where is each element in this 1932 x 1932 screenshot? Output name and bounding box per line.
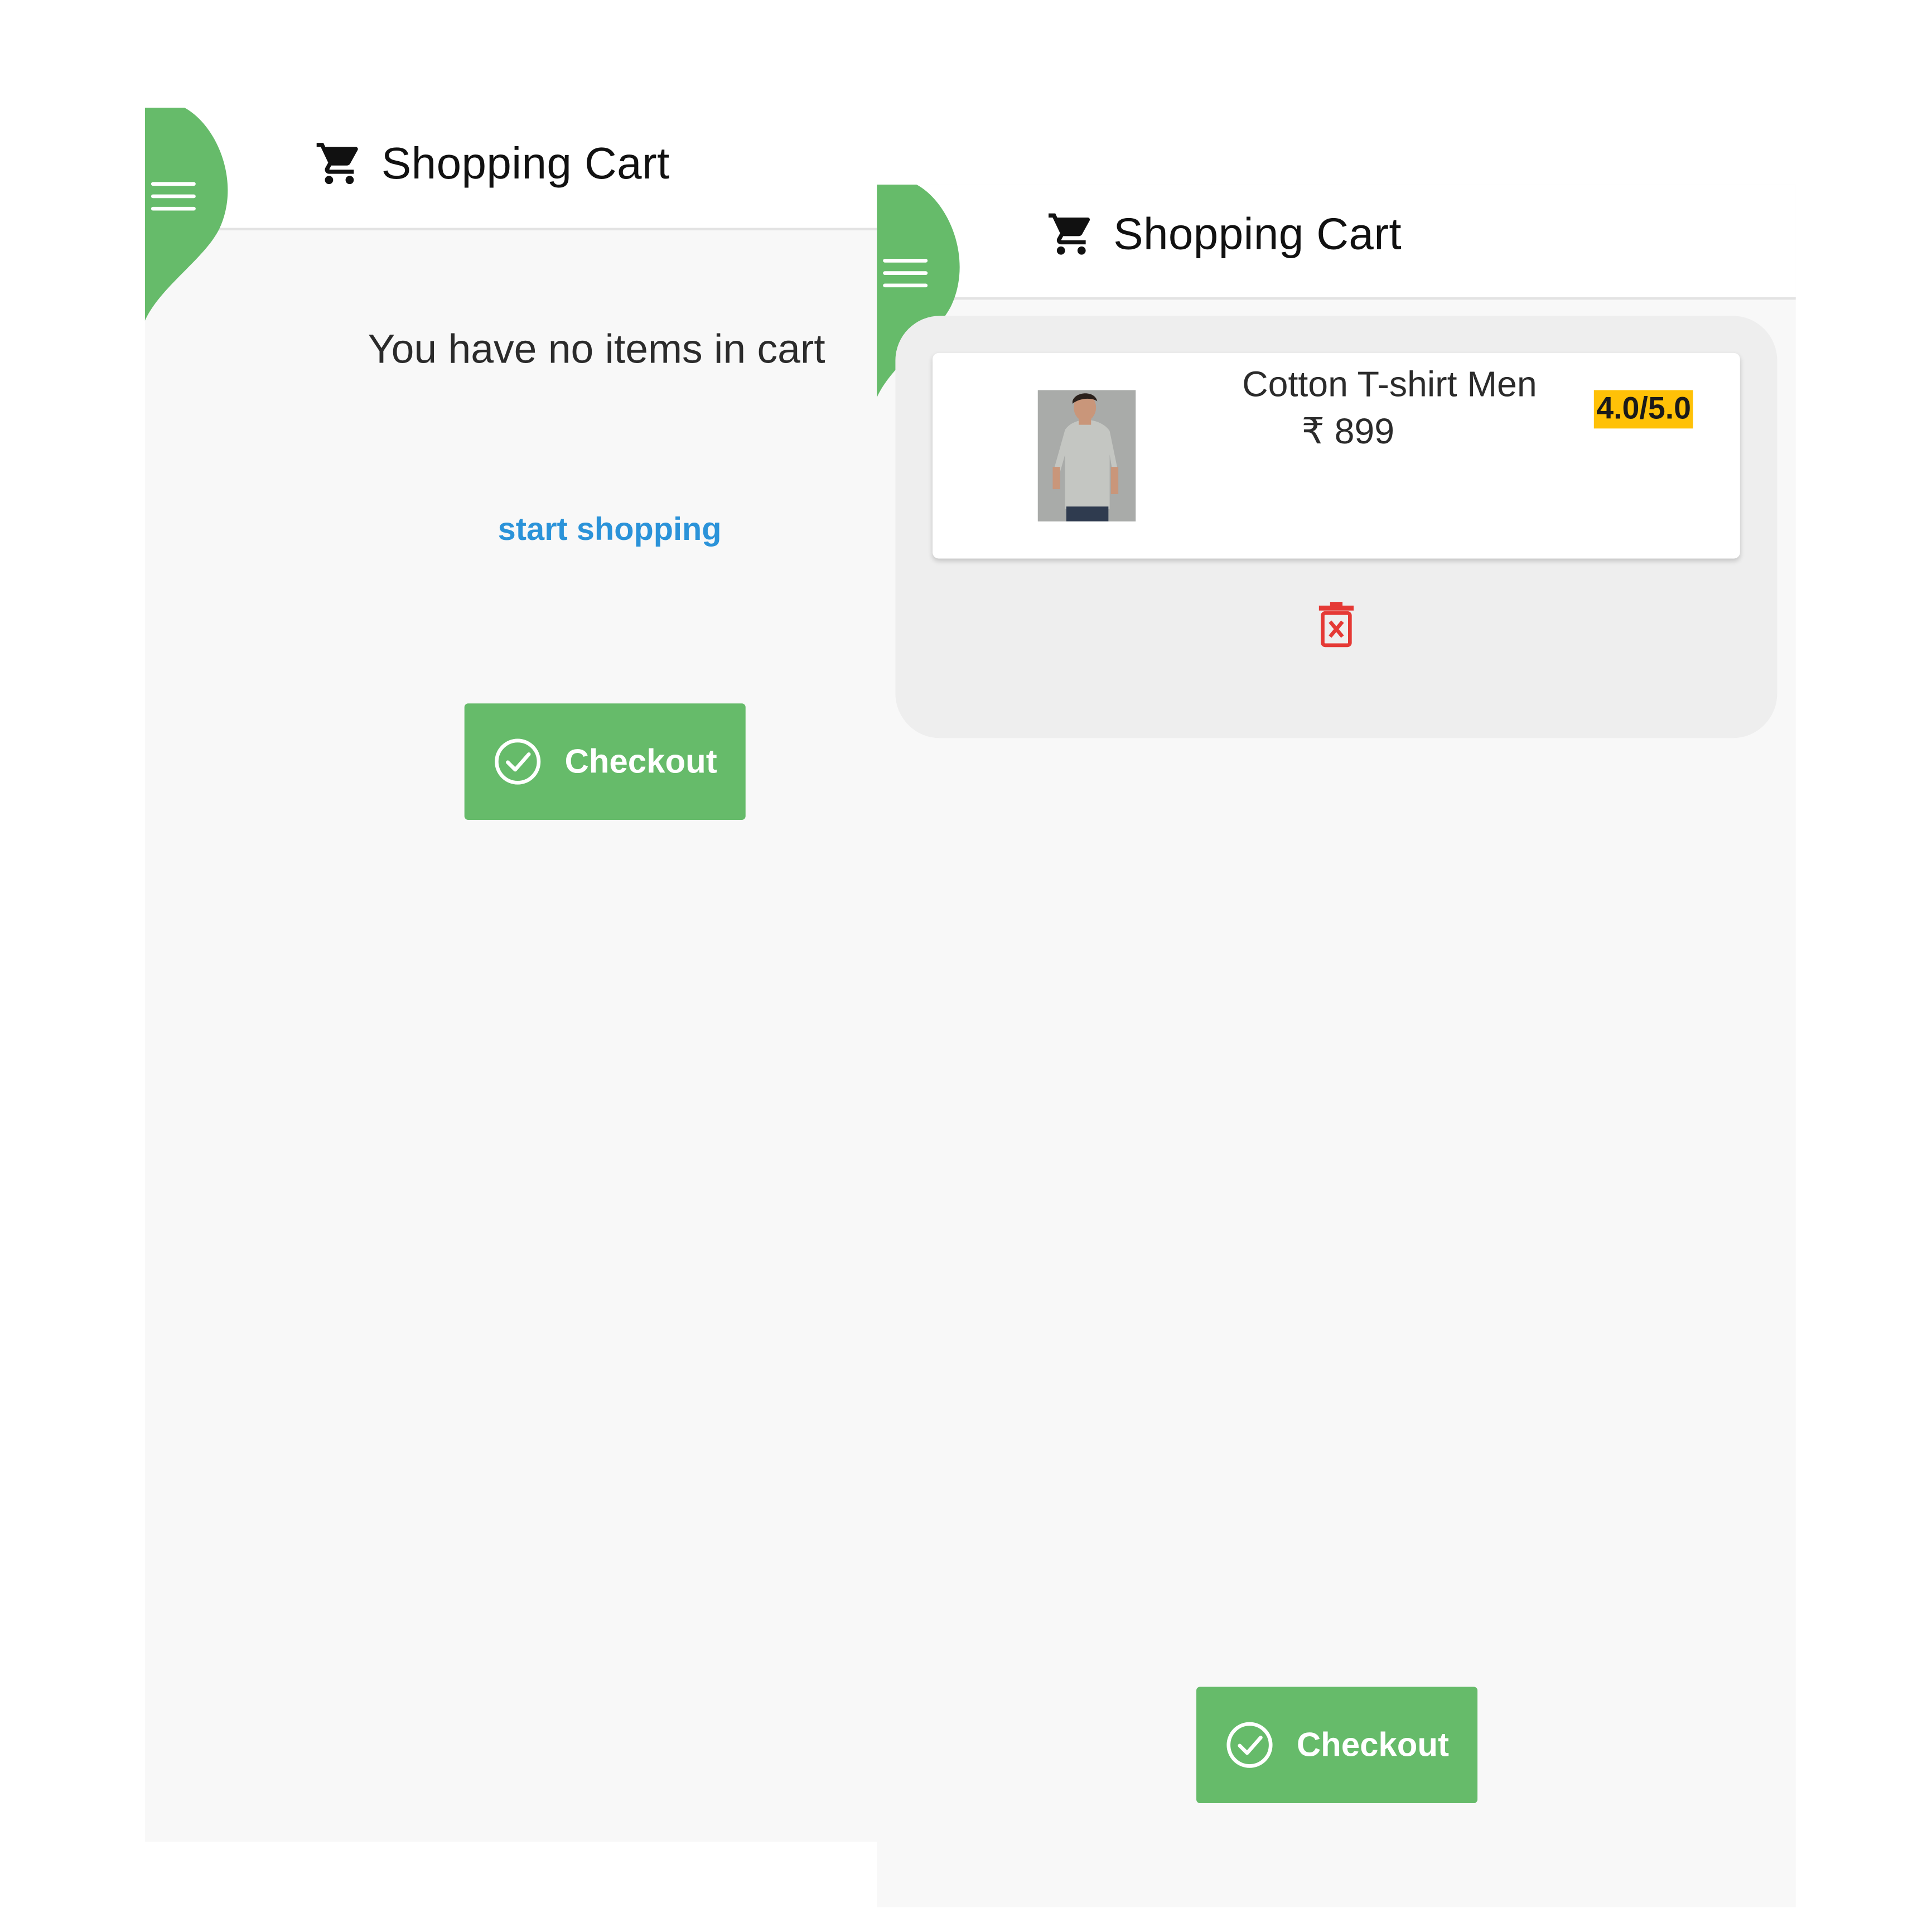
product-image <box>1037 390 1136 521</box>
item-price: ₹ 899 <box>1301 412 1395 452</box>
checkout-label: Checkout <box>564 742 717 780</box>
app-title-group: Shopping Cart <box>1046 208 1402 260</box>
menu-button[interactable] <box>144 108 231 325</box>
checkout-button[interactable]: Checkout <box>1196 1687 1478 1804</box>
start-shopping-link[interactable]: start shopping <box>498 510 722 549</box>
empty-cart-message: You have no items in cart <box>368 325 825 372</box>
checkout-button[interactable]: Checkout <box>464 703 746 820</box>
checkout-label: Checkout <box>1296 1726 1450 1763</box>
cart-with-items-screen: Shopping Cart Cotton T-shirt Men ₹ 899 4… <box>877 184 1796 1907</box>
hamburger-menu-icon <box>151 182 196 211</box>
item-name: Cotton T-shirt Men <box>1242 365 1537 405</box>
empty-cart-screen: Shopping Cart You have no items in cart … <box>144 108 877 1842</box>
delete-item-button[interactable] <box>1316 601 1356 648</box>
shopping-cart-icon <box>1049 213 1090 255</box>
check-circle-icon <box>495 738 541 785</box>
product-photo <box>1037 390 1136 521</box>
delete-forever-icon <box>1318 602 1354 648</box>
app-title-group: Shopping Cart <box>315 137 670 189</box>
check-circle-icon <box>1226 1722 1273 1768</box>
shopping-cart-icon <box>316 143 358 185</box>
cart-item-card[interactable]: Cotton T-shirt Men ₹ 899 4.0/5.0 <box>933 352 1740 559</box>
menu-leaf-shape <box>144 108 228 321</box>
rating-badge: 4.0/5.0 <box>1593 390 1694 429</box>
page-title: Shopping Cart <box>381 137 670 189</box>
cart-panel: Cotton T-shirt Men ₹ 899 4.0/5.0 <box>895 316 1778 738</box>
hamburger-menu-icon <box>883 259 928 288</box>
page-title: Shopping Cart <box>1113 208 1402 259</box>
canvas: Shopping Cart You have no items in cart … <box>0 0 1932 1932</box>
